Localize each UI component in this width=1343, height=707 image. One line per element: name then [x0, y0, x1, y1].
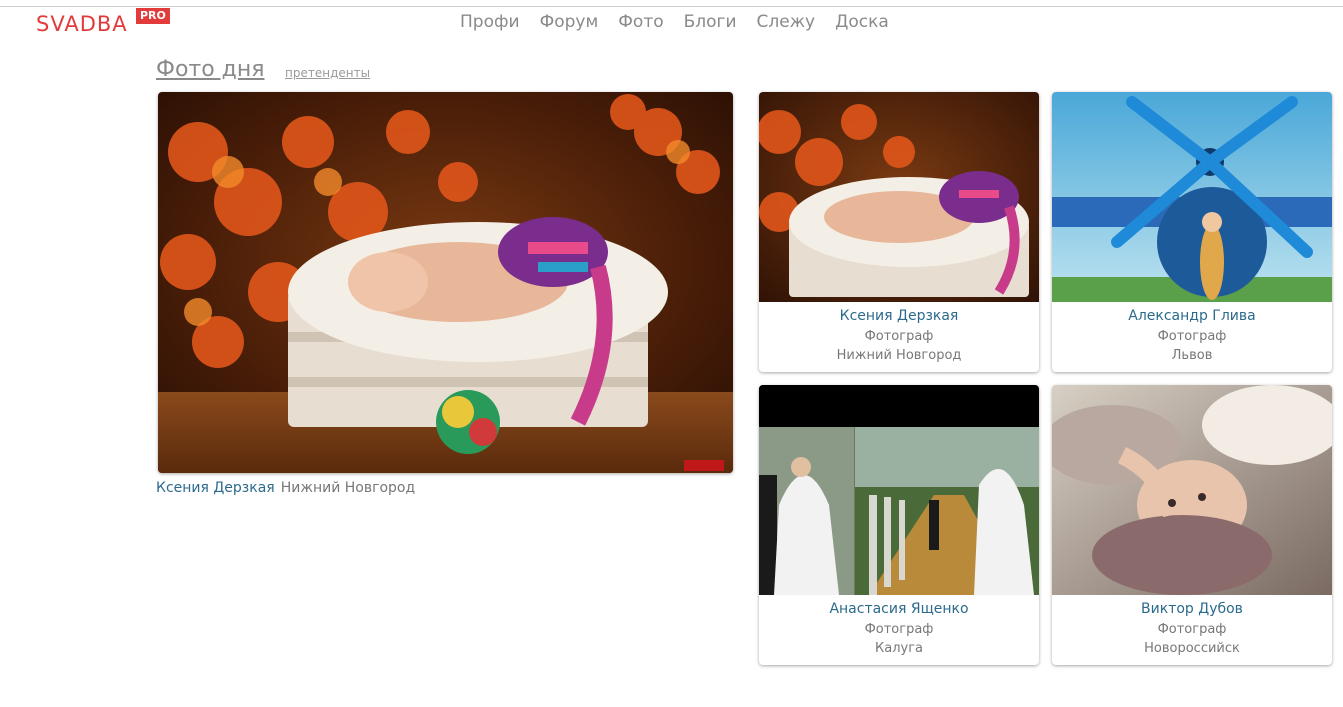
logo-pro-badge: PRO	[136, 8, 170, 24]
logo-text: SVADBA	[36, 12, 128, 36]
photo-card[interactable]: Анастасия Ященко Фотограф Калуга	[759, 385, 1039, 665]
nav-item-photo[interactable]: Фото	[618, 12, 663, 36]
photo-card[interactable]: Виктор Дубов Фотограф Новороссийск	[1052, 385, 1332, 665]
card-photo[interactable]	[1052, 92, 1332, 302]
main-nav: Профи Форум Фото Блоги Слежу Доска	[460, 12, 889, 36]
featured-author-link[interactable]: Ксения Дерзкая	[156, 480, 275, 496]
nav-item-board[interactable]: Доска	[835, 12, 889, 36]
card-city: Новороссийск	[1144, 641, 1240, 656]
card-role: Фотограф	[864, 622, 934, 637]
card-role: Фотограф	[864, 329, 934, 344]
card-city: Нижний Новгород	[836, 348, 962, 363]
featured-caption: Ксения Дерзкая Нижний Новгород	[156, 480, 415, 496]
card-photo[interactable]	[1052, 385, 1332, 595]
featured-photo[interactable]	[158, 92, 733, 473]
candidates-link[interactable]: претенденты	[285, 66, 370, 80]
top-divider	[0, 6, 1343, 7]
card-author-link[interactable]: Александр Глива	[1052, 308, 1332, 324]
card-author-link[interactable]: Виктор Дубов	[1052, 601, 1332, 617]
nav-item-forum[interactable]: Форум	[540, 12, 599, 36]
card-city: Львов	[1171, 348, 1213, 363]
page-title[interactable]: Фото дня	[156, 57, 265, 82]
card-role: Фотограф	[1157, 329, 1227, 344]
nav-item-blogs[interactable]: Блоги	[684, 12, 737, 36]
photo-card[interactable]: Александр Глива Фотограф Львов	[1052, 92, 1332, 372]
card-photo[interactable]	[759, 385, 1039, 595]
card-photo[interactable]	[759, 92, 1039, 302]
nav-item-following[interactable]: Слежу	[757, 12, 816, 36]
nav-item-profi[interactable]: Профи	[460, 12, 520, 36]
photo-card[interactable]: Ксения Дерзкая Фотограф Нижний Новгород	[759, 92, 1039, 372]
card-author-link[interactable]: Ксения Дерзкая	[759, 308, 1039, 324]
card-city: Калуга	[875, 641, 923, 656]
featured-city: Нижний Новгород	[280, 480, 416, 496]
card-role: Фотограф	[1157, 622, 1227, 637]
card-author-link[interactable]: Анастасия Ященко	[759, 601, 1039, 617]
